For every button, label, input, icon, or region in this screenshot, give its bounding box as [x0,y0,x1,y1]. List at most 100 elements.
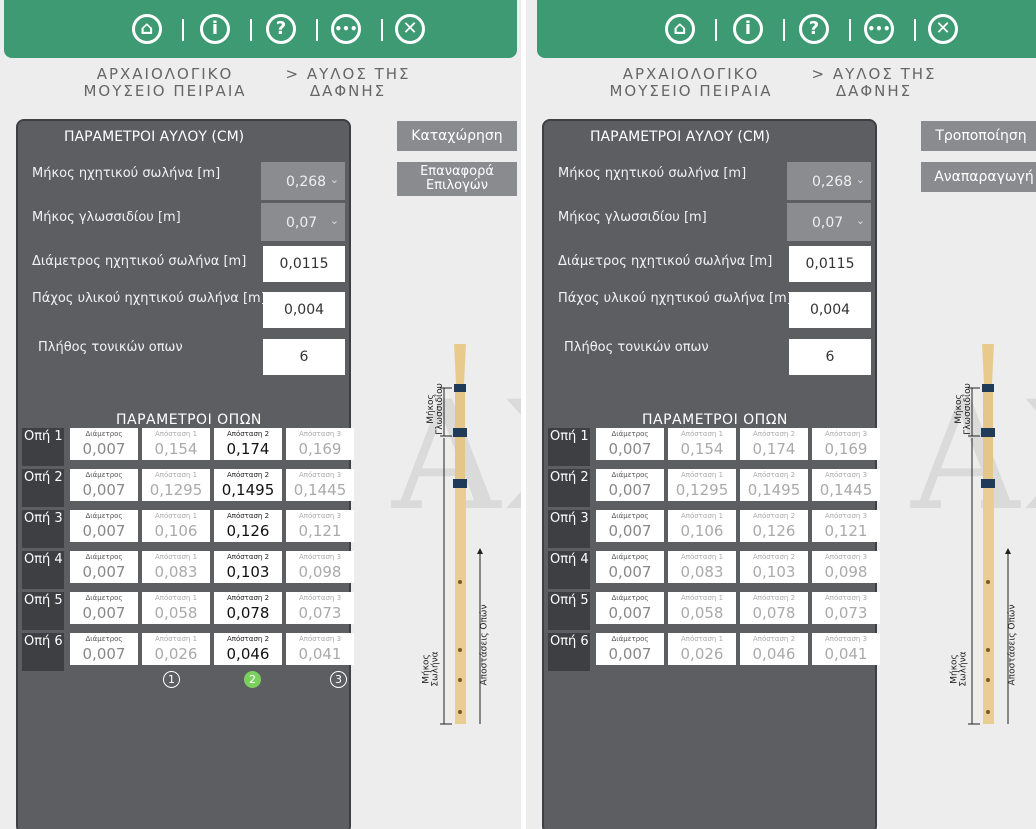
distance-option-1[interactable]: 1 [163,671,180,688]
diameter-input[interactable]: 0,0115 [789,246,871,282]
hole-distance1-cell[interactable]: Απόσταση 1 0,058 [142,592,210,624]
hole-distance3-cell[interactable]: Απόσταση 3 0,1445 [286,469,354,501]
play-button[interactable]: Αναπαραγωγή [921,162,1036,192]
help-icon[interactable]: ? [799,14,829,44]
cell-caption: Διάμετρος [611,553,649,561]
distance-option-2[interactable]: 2 [244,671,261,688]
cell-value: 0,007 [608,440,652,458]
hole-distance1-cell[interactable]: Απόσταση 1 0,083 [142,551,210,583]
more-icon[interactable]: ••• [331,14,361,44]
close-icon[interactable]: ✕ [928,14,958,44]
distance-option-3[interactable]: 3 [330,671,347,688]
holes-distance-caption: Αποστάσεις Οπών [479,604,490,686]
hole-row: Οπή 4 Διάμετρος 0,007 Απόσταση 1 0,083 Απόστα… [548,551,880,589]
hole-distance2-cell[interactable]: Απόσταση 2 0,1495 [740,469,808,501]
holes-count-input[interactable]: 6 [789,339,871,375]
nav-icons: ⌂ i ? ••• ✕ [132,14,432,46]
info-icon[interactable]: i [200,14,230,44]
holes-count-input[interactable]: 6 [263,339,345,375]
hole-distance1-cell[interactable]: Απόσταση 1 0,106 [142,510,210,542]
hole-distance3-cell[interactable]: Απόσταση 3 0,041 [812,633,880,665]
holes-dimension-arrow [1005,548,1011,554]
cell-caption: Απόσταση 1 [154,594,198,602]
hole-distance2-cell[interactable]: Απόσταση 2 0,1495 [214,469,282,501]
reed-length-select[interactable]: 0,07 ⌄ [787,203,871,241]
hole-distance2-cell[interactable]: Απόσταση 2 0,126 [214,510,282,542]
hole-distance2-cell[interactable]: Απόσταση 2 0,103 [740,551,808,583]
hole-distance1-cell[interactable]: Απόσταση 1 0,083 [668,551,736,583]
hole-label: Οπή 6 [24,634,63,649]
hole-distance1-cell[interactable]: Απόσταση 1 0,058 [668,592,736,624]
home-icon[interactable]: ⌂ [132,14,162,44]
hole-diameter-cell[interactable]: Διάμετρος 0,007 [596,592,664,624]
tube-length-select[interactable]: 0,268 ⌄ [261,162,345,200]
hole-diameter-cell[interactable]: Διάμετρος 0,007 [70,633,138,665]
hole-diameter-cell[interactable]: Διάμετρος 0,007 [70,551,138,583]
cell-value: 0,046 [226,645,270,663]
more-icon[interactable]: ••• [864,14,894,44]
hole-distance1-cell[interactable]: Απόσταση 1 0,026 [668,633,736,665]
hole-distance1-cell[interactable]: Απόσταση 1 0,1295 [668,469,736,501]
thickness-input[interactable]: 0,004 [789,292,871,328]
hole-diameter-cell[interactable]: Διάμετρος 0,007 [596,633,664,665]
thickness-label: Πάχος υλικού ηχητικού σωλήνα [m] [558,291,792,306]
breadcrumb[interactable]: > ΑΥΛΟΣ ΤΗΣ ΔΑΦΝΗΣ [794,66,954,100]
hole-distance3-cell[interactable]: Απόσταση 3 0,073 [812,592,880,624]
hole-distance2-cell[interactable]: Απόσταση 2 0,126 [740,510,808,542]
hole-distance1-cell[interactable]: Απόσταση 1 0,154 [668,428,736,460]
cell-value: 0,073 [298,604,342,622]
hole-distance1-cell[interactable]: Απόσταση 1 0,154 [142,428,210,460]
hole-distance1-cell[interactable]: Απόσταση 1 0,106 [668,510,736,542]
hole-distance3-cell[interactable]: Απόσταση 3 0,121 [812,510,880,542]
hole-distance2-cell[interactable]: Απόσταση 2 0,174 [214,428,282,460]
close-icon[interactable]: ✕ [395,14,425,44]
hole-distance3-cell[interactable]: Απόσταση 3 0,169 [286,428,354,460]
hole-distance2-cell[interactable]: Απόσταση 2 0,046 [214,633,282,665]
hole-diameter-cell[interactable]: Διάμετρος 0,007 [70,469,138,501]
modify-button[interactable]: Τροποποίηση [921,121,1036,151]
hole-distance1-cell[interactable]: Απόσταση 1 0,026 [142,633,210,665]
hole-diameter-cell[interactable]: Διάμετρος 0,007 [596,469,664,501]
hole-distance2-cell[interactable]: Απόσταση 2 0,078 [740,592,808,624]
cell-caption: Διάμετρος [85,553,123,561]
flute-hole [986,648,990,652]
reed-length-value: 0,07 [286,215,318,231]
hole-diameter-cell[interactable]: Διάμετρος 0,007 [596,428,664,460]
hole-label-tab: Οπή 1 [22,428,64,466]
cell-value: 0,098 [298,563,342,581]
diameter-input[interactable]: 0,0115 [263,246,345,282]
hole-distance3-cell[interactable]: Απόσταση 3 0,041 [286,633,354,665]
hole-diameter-cell[interactable]: Διάμετρος 0,007 [596,510,664,542]
thickness-input[interactable]: 0,004 [263,292,345,328]
info-icon[interactable]: i [733,14,763,44]
cell-value: 0,174 [752,440,796,458]
hole-distance3-cell[interactable]: Απόσταση 3 0,098 [812,551,880,583]
reset-options-button[interactable]: Επαναφορά Επιλογών [397,162,517,196]
hole-diameter-cell[interactable]: Διάμετρος 0,007 [70,510,138,542]
hole-diameter-cell[interactable]: Διάμετρος 0,007 [70,592,138,624]
flute-parameters-panel: ΠΑΡΑΜΕΤΡΟΙ ΑΥΛΟΥ (CM) Μήκος ηχητικού σωλ… [542,119,880,829]
hole-distance2-cell[interactable]: Απόσταση 2 0,174 [740,428,808,460]
hole-distance1-cell[interactable]: Απόσταση 1 0,1295 [142,469,210,501]
cell-caption: Διάμετρος [611,594,649,602]
help-icon[interactable]: ? [266,14,296,44]
home-icon[interactable]: ⌂ [665,14,695,44]
hole-distance2-cell[interactable]: Απόσταση 2 0,103 [214,551,282,583]
hole-distance3-cell[interactable]: Απόσταση 3 0,169 [812,428,880,460]
tube-length-select[interactable]: 0,268 ⌄ [787,162,871,200]
hole-distance3-cell[interactable]: Απόσταση 3 0,1445 [812,469,880,501]
submit-button[interactable]: Καταχώρηση [397,121,517,151]
hole-distance3-cell[interactable]: Απόσταση 3 0,073 [286,592,354,624]
hole-distance2-cell[interactable]: Απόσταση 2 0,078 [214,592,282,624]
thickness-label: Πάχος υλικού ηχητικού σωλήνα [m] [32,291,266,306]
hole-distance3-cell[interactable]: Απόσταση 3 0,121 [286,510,354,542]
hole-diameter-cell[interactable]: Διάμετρος 0,007 [596,551,664,583]
hole-diameter-cell[interactable]: Διάμετρος 0,007 [70,428,138,460]
hole-distance2-cell[interactable]: Απόσταση 2 0,046 [740,633,808,665]
hole-distance3-cell[interactable]: Απόσταση 3 0,098 [286,551,354,583]
museum-title: ΑΡΧΑΙΟΛΟΓΙΚΟ ΜΟΥΣΕΙΟ ΠΕΙΡΑΙΑ [65,66,265,100]
nav-separator [250,19,252,41]
cell-caption: Απόσταση 3 [824,594,868,602]
breadcrumb[interactable]: > ΑΥΛΟΣ ΤΗΣ ΔΑΦΝΗΣ [268,66,428,100]
reed-length-select[interactable]: 0,07 ⌄ [261,203,345,241]
